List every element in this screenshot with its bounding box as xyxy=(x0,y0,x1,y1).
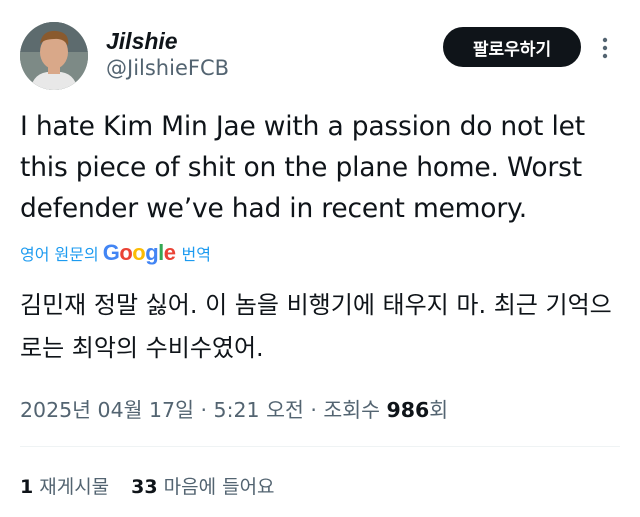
reposts-label: 재게시물 xyxy=(39,476,110,498)
more-vertical-icon[interactable] xyxy=(598,34,612,62)
reposts-stat[interactable]: 1 재게시물 xyxy=(20,472,109,499)
translated-text: 김민재 정말 싫어. 이 놈을 비행기에 태우지 마. 최근 기억으로는 최악의… xyxy=(20,291,612,362)
views-suffix: 회 xyxy=(429,398,449,422)
divider xyxy=(20,446,620,447)
author-name[interactable]: Jilshie xyxy=(106,28,178,55)
reposts-count: 1 xyxy=(20,476,34,498)
google-logo-letter: g xyxy=(145,240,159,265)
engagement-stats: 1 재게시물 33 마음에 들어요 xyxy=(20,472,275,499)
google-logo-letter: o xyxy=(119,240,133,265)
meta-separator: · xyxy=(193,398,214,422)
views-label: 조회수 xyxy=(323,398,380,422)
translation-action-label[interactable]: 번역 xyxy=(182,241,211,265)
likes-stat[interactable]: 33 마음에 들어요 xyxy=(131,472,274,499)
tweet-date[interactable]: 2025년 04월 17일 xyxy=(20,398,194,422)
tweet-text: I hate Kim Min Jae with a passion do not… xyxy=(20,111,585,224)
avatar-photo xyxy=(20,22,88,90)
tweet-meta: 2025년 04월 17일 · 5:21 오전 · 조회수 986회 xyxy=(20,393,448,423)
author-handle[interactable]: @JilshieFCB xyxy=(106,56,229,80)
views-count: 986 xyxy=(386,398,430,422)
translation-attribution[interactable]: 영어 원문의 Google 번역 xyxy=(20,240,211,266)
avatar[interactable] xyxy=(20,22,88,90)
meta-separator: · xyxy=(303,398,324,422)
likes-count: 33 xyxy=(131,476,158,498)
translation-source-label: 영어 원문의 xyxy=(20,245,99,264)
google-logo-letter: G xyxy=(102,240,120,265)
google-logo-letter: o xyxy=(132,240,146,265)
google-logo: Google xyxy=(103,240,176,266)
google-logo-letter: e xyxy=(163,240,176,265)
likes-label: 마음에 들어요 xyxy=(163,476,275,498)
tweet-time[interactable]: 5:21 오전 xyxy=(214,398,304,422)
follow-button[interactable]: 팔로우하기 xyxy=(443,27,581,67)
